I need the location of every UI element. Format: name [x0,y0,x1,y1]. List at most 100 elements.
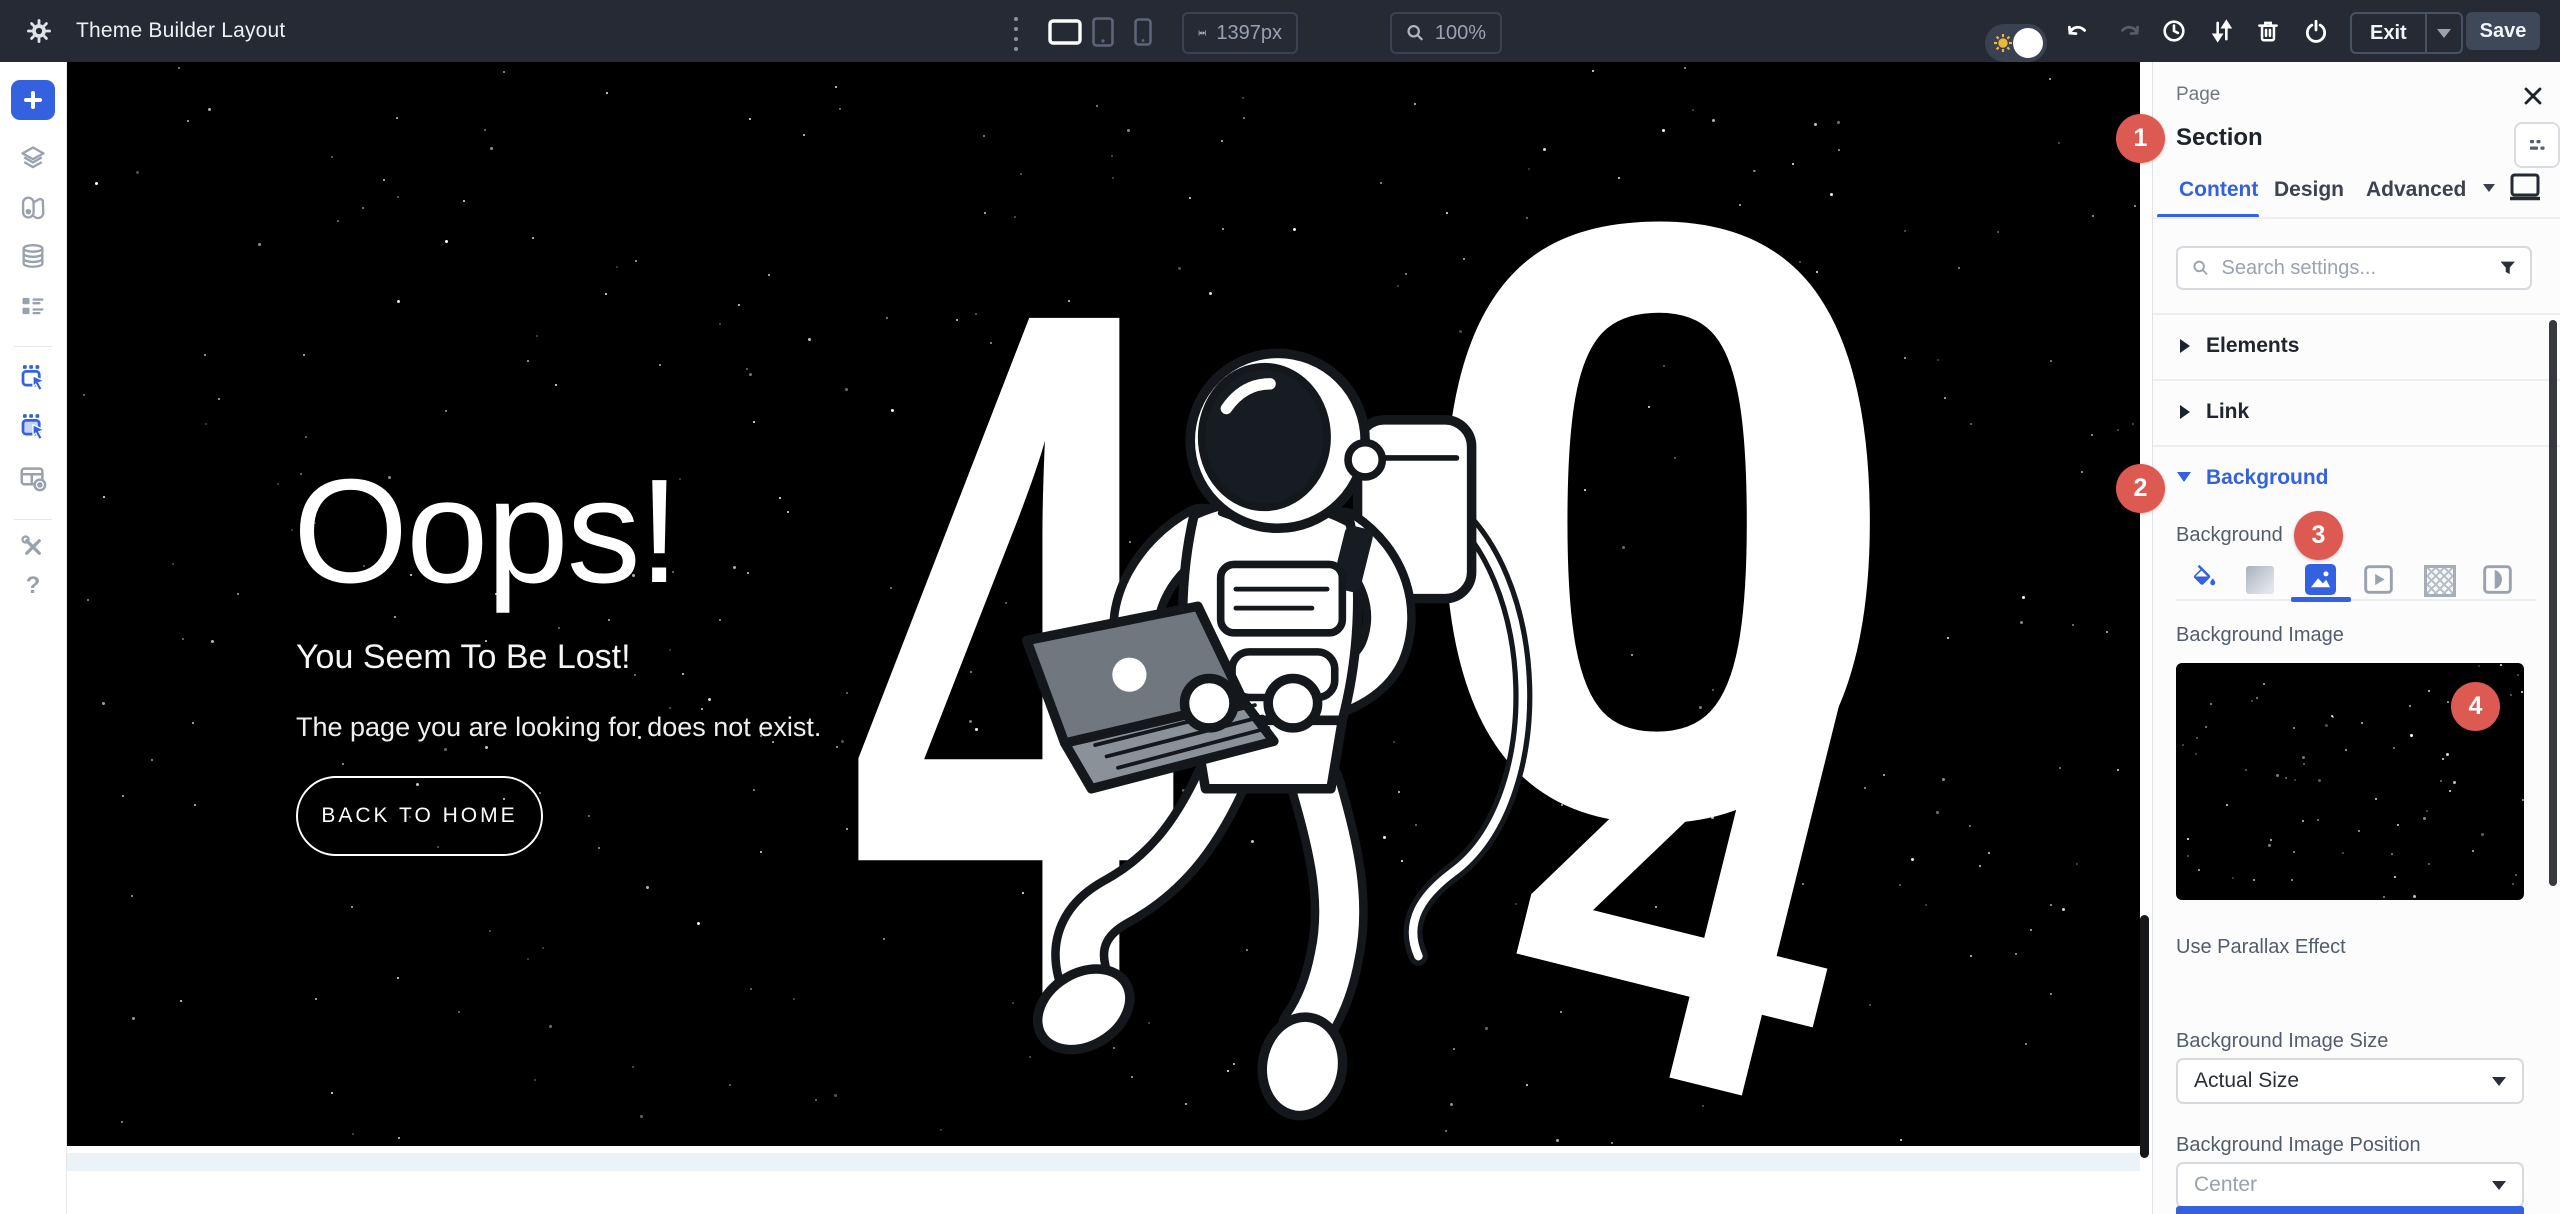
annotation-badge-4: 4 [2451,682,2500,731]
caret-down-icon [2177,472,2191,482]
tab-design[interactable]: Design [2274,178,2344,202]
bg-type-video-button[interactable] [2364,565,2393,594]
bg-image-size-value: Actual Size [2194,1069,2299,1093]
tab-advanced[interactable]: Advanced [2366,178,2466,202]
filter-funnel-icon[interactable] [2499,258,2517,278]
breadcrumb[interactable]: Page [2176,84,2220,106]
tools-icon [19,533,47,561]
bg-type-active-underline [2291,597,2351,602]
database-icon [19,242,47,270]
bg-type-mask-button[interactable] [2483,565,2512,594]
bg-image-size-label: Background Image Size [2176,1030,2388,1053]
astronaut-illustration [996,245,1567,1146]
settings-search [2176,246,2532,290]
section-background-label: Background [2206,466,2329,490]
panel-scrollbar[interactable] [2549,320,2557,886]
hero-body-text[interactable]: The page you are looking for does not ex… [296,712,821,743]
tab-content[interactable]: Content [2179,178,2258,202]
sidebar-rows-button[interactable] [0,292,66,320]
bg-image-position-dropdown[interactable]: Center [2176,1162,2524,1208]
plus-icon [11,80,55,120]
sidebar-layout-button[interactable] [0,463,66,493]
preview-monitor-icon[interactable] [2508,172,2542,202]
tablet-view-icon[interactable] [1092,17,1114,47]
zoom-value: 100% [1435,22,1486,45]
sidebar-layers-button[interactable] [0,144,66,172]
desktop-view-icon[interactable] [1048,19,1082,45]
settings-gear-icon[interactable] [26,18,52,44]
tabs-caret-icon[interactable] [2483,184,2495,192]
left-sidebar: ? [0,62,67,1214]
background-group-label: Background [2176,524,2283,547]
sidebar-swatches-button[interactable] [0,193,66,221]
exit-caret-button[interactable] [2427,29,2461,38]
exit-button[interactable]: Exit [2352,22,2425,45]
sidebar-pointer-button[interactable] [0,362,66,392]
section-background[interactable]: Background [2153,445,2560,509]
redo-icon[interactable] [2117,19,2143,45]
bg-type-image-button[interactable] [2305,564,2336,595]
sidebar-divider [14,519,52,520]
layers-icon [19,144,47,172]
history-clock-icon[interactable] [2161,18,2187,44]
paint-bucket-icon [2189,564,2219,594]
builder-canvas[interactable]: 4 0 4 [66,62,2140,1146]
save-button[interactable]: Save [2466,12,2540,50]
dock-handle-button[interactable] [2514,122,2560,168]
canvas-width-control[interactable]: 1397px [1182,12,1298,54]
section-elements[interactable]: Elements [2153,313,2560,379]
bg-type-pattern-button[interactable] [2424,565,2456,597]
top-toolbar: Theme Builder Layout 1397px 100% [0,0,2560,62]
pointer-box-filled-icon [18,411,48,441]
sun-icon [1993,33,2013,53]
annotation-badge-1: 1 [2116,114,2165,163]
app-window: Theme Builder Layout 1397px 100% [0,0,2560,1214]
sidebar-pointer-filled-button[interactable] [0,411,66,441]
swatches-icon [19,193,47,221]
bg-type-gradient-button[interactable] [2246,566,2274,594]
sidebar-help-button[interactable]: ? [0,572,66,600]
close-button[interactable] [2521,84,2545,108]
width-arrows-icon [1198,21,1206,45]
exit-button-group: Exit [2350,12,2463,54]
sidebar-divider [14,346,52,347]
search-icon [2192,258,2210,278]
pointer-box-icon [18,362,48,392]
close-icon [2521,84,2545,108]
caret-down-icon [2492,1181,2506,1190]
phone-view-icon[interactable] [1134,18,1152,46]
trash-icon[interactable] [2255,18,2281,44]
settings-panel: Page Section Content Design Advanced [2152,62,2560,1214]
zoom-control[interactable]: 100% [1390,12,1502,54]
zoom-magnifier-icon [1406,22,1425,44]
bg-type-track [2176,599,2536,601]
image-icon [2305,564,2336,595]
bg-image-position-label: Background Image Position [2176,1134,2421,1157]
back-to-home-button[interactable]: BACK TO HOME [296,776,543,856]
light-mode-toggle[interactable] [1985,24,2047,62]
section-link[interactable]: Link [2153,379,2560,445]
layout-database-icon [18,463,48,493]
sidebar-database-button[interactable] [0,242,66,270]
canvas-scrollbar[interactable] [2140,915,2149,1158]
annotation-badge-2: 2 [2116,464,2165,513]
hero-heading[interactable]: Oops! [293,458,678,606]
search-input[interactable] [2220,256,2489,281]
canvas-width-value: 1397px [1216,22,1282,45]
add-module-button[interactable] [0,80,66,120]
undo-icon[interactable] [2064,19,2090,45]
section-elements-label: Elements [2206,334,2299,358]
bg-image-position-value: Center [2194,1173,2257,1197]
power-icon[interactable] [2303,18,2329,44]
sort-arrows-icon[interactable] [2209,18,2235,44]
bg-image-size-dropdown[interactable]: Actual Size [2176,1058,2524,1104]
drag-dots-icon[interactable] [1014,17,1018,51]
caret-right-icon [2180,405,2190,419]
hero-subheading[interactable]: You Seem To Be Lost! [296,638,631,677]
sidebar-tools-button[interactable] [0,533,66,561]
parallax-label: Use Parallax Effect [2176,936,2346,959]
dock-handle-icon [2527,135,2547,155]
bg-type-color-button[interactable] [2189,564,2219,594]
toggle-knob [2013,28,2043,58]
video-icon [2364,565,2393,594]
